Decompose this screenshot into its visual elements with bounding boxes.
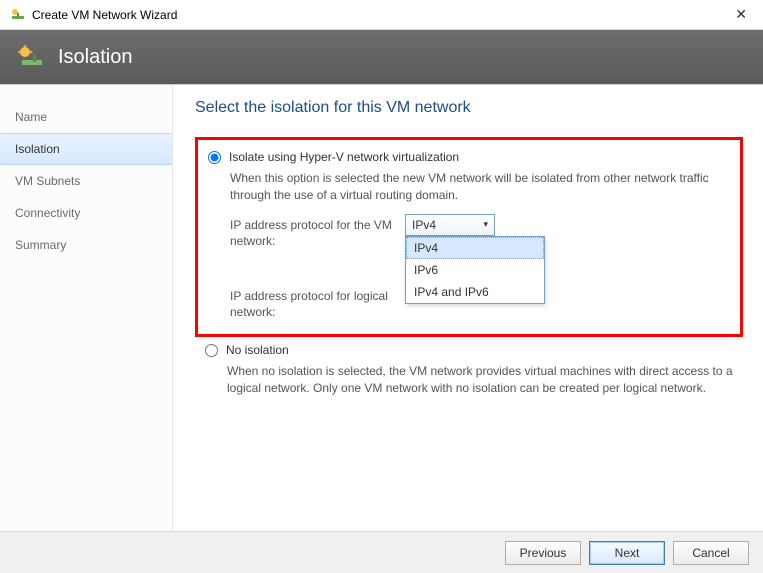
content-pane: Select the isolation for this VM network… (173, 85, 763, 531)
option-no-isolation-section: No isolation When no isolation is select… (195, 343, 743, 397)
banner-icon (18, 45, 46, 69)
app-icon (10, 7, 26, 23)
option-isolate-section: Isolate using Hyper-V network virtualiza… (195, 137, 743, 337)
page-heading: Select the isolation for this VM network (195, 99, 743, 117)
wizard-footer: Previous Next Cancel (0, 531, 763, 573)
banner-title: Isolation (58, 46, 133, 69)
vm-network-protocol-dropdown: IPv4 IPv6 IPv4 and IPv6 (405, 236, 545, 304)
wizard-banner: Isolation (0, 30, 763, 84)
option-no-isolation-description: When no isolation is selected, the VM ne… (227, 363, 743, 397)
dropdown-option-ipv4-ipv6[interactable]: IPv4 and IPv6 (406, 281, 544, 303)
sidebar-item-connectivity[interactable]: Connectivity (0, 197, 172, 229)
radio-isolate-label: Isolate using Hyper-V network virtualiza… (229, 150, 459, 164)
window-title: Create VM Network Wizard (32, 8, 177, 22)
radio-no-isolation[interactable] (205, 344, 218, 357)
sidebar-item-summary[interactable]: Summary (0, 229, 172, 261)
vm-network-protocol-combo[interactable]: IPv4 ▾ (405, 214, 495, 236)
sidebar-item-vm-subnets[interactable]: VM Subnets (0, 165, 172, 197)
next-button[interactable]: Next (589, 541, 665, 565)
sidebar-item-isolation[interactable]: Isolation (0, 133, 172, 165)
logical-network-protocol-label: IP address protocol for logical network: (230, 285, 405, 320)
vm-network-protocol-label: IP address protocol for the VM network: (230, 214, 405, 249)
radio-no-isolation-label: No isolation (226, 343, 289, 357)
sidebar-item-name[interactable]: Name (0, 101, 172, 133)
titlebar: Create VM Network Wizard ✕ (0, 0, 763, 30)
radio-isolate-hyperv[interactable] (208, 151, 221, 164)
previous-button[interactable]: Previous (505, 541, 581, 565)
dropdown-option-ipv4[interactable]: IPv4 (406, 237, 544, 259)
chevron-down-icon: ▾ (483, 219, 488, 230)
vm-network-protocol-value: IPv4 (412, 218, 436, 232)
option-isolate-description: When this option is selected the new VM … (230, 170, 730, 204)
wizard-sidebar: Name Isolation VM Subnets Connectivity S… (0, 85, 173, 531)
cancel-button[interactable]: Cancel (673, 541, 749, 565)
dropdown-option-ipv6[interactable]: IPv6 (406, 259, 544, 281)
close-button[interactable]: ✕ (729, 4, 753, 25)
